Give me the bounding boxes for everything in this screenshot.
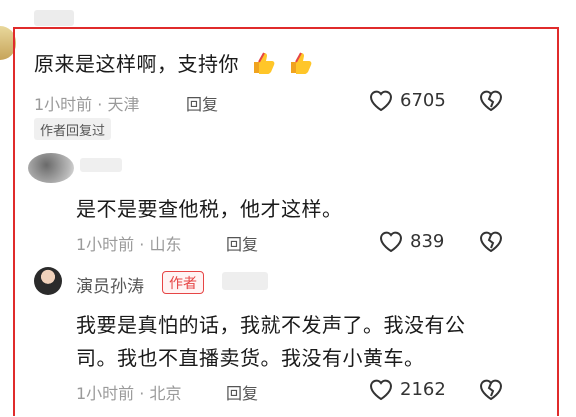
comment-text-line-2: 司。我也不直播卖货。我没有小黄车。 (76, 346, 425, 370)
comment-text: 原来是这样啊，支持你 (34, 48, 313, 81)
comment-meta: 1小时前 · 天津 (34, 95, 140, 114)
author-replied-badge: 作者回复过 (34, 118, 112, 140)
dislike-icon[interactable] (478, 229, 504, 253)
reply-button[interactable]: 回复 (186, 91, 218, 115)
like-button[interactable]: 839 (378, 229, 444, 253)
author-badge: 作者 (162, 271, 204, 294)
heart-icon (378, 229, 404, 253)
heart-icon (368, 88, 394, 112)
comment-meta: 1小时前 · 山东 (76, 235, 182, 254)
blurred-username (34, 10, 74, 26)
like-count: 2162 (400, 378, 446, 400)
avatar[interactable] (28, 153, 74, 183)
like-button[interactable]: 6705 (368, 88, 446, 112)
comment-text: 是不是要查他税，他才这样。 (76, 197, 343, 221)
thumbs-up-icon (250, 50, 276, 81)
author-name[interactable]: 演员孙涛 (76, 272, 144, 297)
reply-button[interactable]: 回复 (226, 231, 258, 255)
heart-icon (368, 377, 394, 401)
blurred-username (80, 158, 122, 172)
dislike-icon[interactable] (478, 88, 504, 112)
blurred-label (222, 272, 268, 290)
comment-meta: 1小时前 · 北京 (76, 384, 182, 403)
reply-button[interactable]: 回复 (226, 380, 258, 404)
avatar[interactable] (34, 267, 62, 295)
comment-text-line-1: 我要是真怕的话，我就不发声了。我没有公 (76, 313, 466, 337)
like-count: 839 (410, 230, 445, 252)
dislike-icon[interactable] (478, 377, 504, 401)
like-button[interactable]: 2162 (368, 377, 446, 401)
like-count: 6705 (400, 89, 446, 111)
thumbs-up-icon (287, 50, 313, 81)
